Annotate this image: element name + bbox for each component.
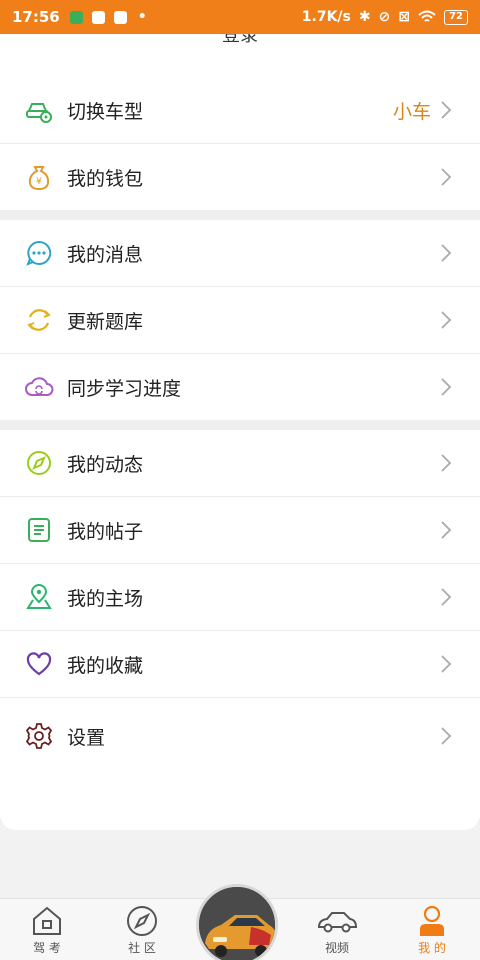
menu-item-label: 设置 bbox=[67, 726, 106, 749]
current-vehicle-value: 小车 bbox=[392, 100, 431, 123]
sim-icon: ⊠ bbox=[398, 9, 411, 25]
refresh-icon bbox=[27, 309, 51, 331]
compass-icon bbox=[27, 451, 51, 475]
status-bar: 17:56 • 1.7K/s ✱ ⊘ ⊠ 72 bbox=[0, 0, 480, 34]
menu-item-home-field[interactable]: 我的主场 bbox=[0, 564, 480, 630]
tab-exam[interactable]: 驾 考 bbox=[17, 905, 77, 956]
chevron-right-icon bbox=[441, 101, 452, 119]
home-icon bbox=[33, 906, 61, 935]
tab-label: 我 的 bbox=[418, 941, 446, 955]
bluetooth-icon: ✱ bbox=[358, 9, 371, 25]
chevron-right-icon bbox=[441, 588, 452, 606]
section-gap bbox=[0, 210, 480, 220]
gear-icon bbox=[25, 723, 53, 749]
wifi-icon bbox=[418, 10, 436, 22]
section-gap bbox=[0, 420, 480, 430]
mute-icon: ⊘ bbox=[378, 9, 391, 25]
tab-label: 社 区 bbox=[128, 941, 156, 955]
app-notification-icon bbox=[113, 10, 127, 24]
menu-item-my-feed[interactable]: 我的动态 bbox=[0, 430, 480, 496]
menu-item-label: 更新题库 bbox=[67, 310, 144, 333]
menu-item-label: 我的钱包 bbox=[67, 167, 144, 190]
message-bubble-icon bbox=[26, 240, 52, 266]
chevron-right-icon bbox=[441, 168, 452, 186]
more-notifications-icon: • bbox=[137, 9, 147, 25]
menu-item-settings[interactable]: 设置 bbox=[0, 698, 480, 774]
car-settings-icon bbox=[26, 103, 52, 123]
cloud-sync-icon bbox=[25, 377, 54, 396]
tab-community[interactable]: 社 区 bbox=[112, 905, 172, 956]
menu-card: 登录 切换车型 小车 ¥ 我的钱包 我的消息 更新题库 同步学习进度 我的动态 … bbox=[0, 34, 480, 830]
chevron-right-icon bbox=[441, 244, 452, 262]
user-icon bbox=[420, 905, 444, 936]
chevron-right-icon bbox=[441, 311, 452, 329]
menu-item-label: 我的收藏 bbox=[67, 654, 144, 677]
money-bag-icon: ¥ bbox=[28, 166, 50, 191]
tab-label: 驾 考 bbox=[33, 941, 61, 955]
menu-item-label: 我的帖子 bbox=[67, 520, 144, 543]
network-speed: 1.7K/s bbox=[301, 9, 351, 25]
taxi-car-image bbox=[199, 887, 275, 960]
menu-item-favorites[interactable]: 我的收藏 bbox=[0, 631, 480, 697]
menu-item-my-posts[interactable]: 我的帖子 bbox=[0, 497, 480, 563]
chevron-right-icon bbox=[441, 655, 452, 673]
chevron-right-icon bbox=[441, 727, 452, 745]
compass-icon bbox=[127, 906, 157, 936]
center-car-button[interactable] bbox=[196, 884, 278, 960]
menu-item-label: 我的消息 bbox=[67, 243, 144, 266]
menu-item-update-question-bank[interactable]: 更新题库 bbox=[0, 287, 480, 353]
menu-item-label: 切换车型 bbox=[67, 100, 144, 123]
heart-icon bbox=[26, 652, 52, 676]
chevron-right-icon bbox=[441, 521, 452, 539]
chevron-right-icon bbox=[441, 454, 452, 472]
menu-item-switch-vehicle[interactable]: 切换车型 小车 bbox=[0, 77, 480, 143]
document-icon bbox=[28, 518, 50, 542]
tab-mine[interactable]: 我 的 bbox=[402, 905, 462, 956]
menu-item-label: 同步学习进度 bbox=[67, 377, 182, 400]
svg-text:¥: ¥ bbox=[36, 177, 42, 187]
battery-icon: 72 bbox=[444, 9, 468, 25]
menu-item-sync-progress[interactable]: 同步学习进度 bbox=[0, 354, 480, 420]
status-time: 17:56 bbox=[12, 8, 60, 26]
login-label[interactable]: 登录 bbox=[0, 34, 480, 47]
menu-item-wallet[interactable]: ¥ 我的钱包 bbox=[0, 144, 480, 210]
app-notification-icon bbox=[91, 10, 105, 24]
tab-video[interactable]: 视频 bbox=[307, 905, 367, 956]
chevron-right-icon bbox=[441, 378, 452, 396]
tab-label: 视频 bbox=[324, 941, 349, 955]
menu-item-messages[interactable]: 我的消息 bbox=[0, 220, 480, 286]
menu-item-label: 我的动态 bbox=[67, 453, 144, 476]
app-notification-icon bbox=[69, 10, 83, 24]
map-pin-icon bbox=[26, 584, 52, 609]
car-icon bbox=[317, 912, 358, 933]
menu-item-label: 我的主场 bbox=[67, 587, 144, 610]
